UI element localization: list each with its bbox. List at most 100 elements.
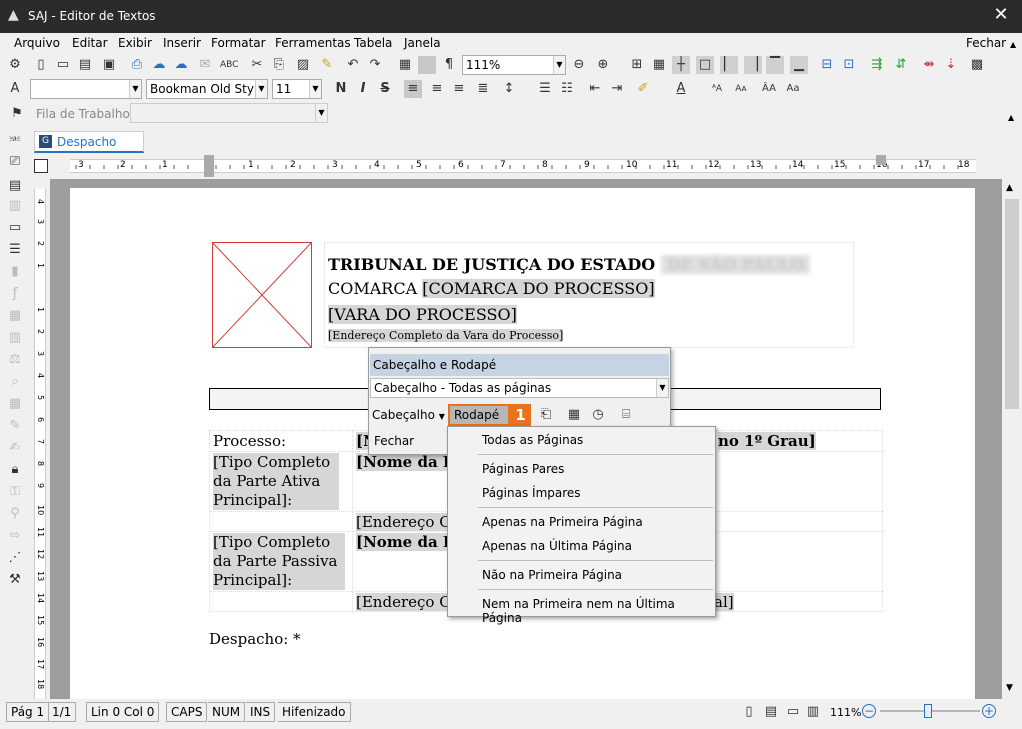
unlock-icon[interactable]: ⚿ [6,483,24,501]
border-bottom-icon[interactable]: ▁ [790,56,808,74]
brush-icon[interactable]: ⚒ [6,571,24,589]
table-properties-icon[interactable]: ▩ [968,56,986,74]
cloud-upload-icon[interactable]: ☁ [150,56,168,74]
increase-indent-icon[interactable]: ⇥ [608,80,626,98]
italic-button[interactable]: I [354,80,372,98]
highlight-icon[interactable]: ✐ [634,80,652,98]
lock-icon[interactable]: 🔒︎ [6,461,24,479]
menu-item-nao-primeira[interactable]: Não na Primeira Página [482,568,622,582]
comarca-field[interactable]: [COMARCA DO PROCESSO] [422,279,655,298]
menu-item-primeira[interactable]: Apenas na Primeira Página [482,515,643,529]
tab-despacho-teste[interactable]: G Despacho teste [34,131,144,163]
menu-item-impares[interactable]: Páginas Ímpares [482,486,581,500]
format-painter-icon[interactable]: ⚙ [6,56,24,74]
link-icon[interactable]: ⚲ [6,505,24,523]
header-text-block[interactable]: TRIBUNAL DE JUSTIÇA DO ESTADO DE SÃO PAU… [324,242,854,348]
view-web-icon[interactable]: ▤ [762,703,780,721]
parte-passiva-name[interactable]: [Nome da P [356,533,455,551]
view-page-icon[interactable]: ▯ [740,703,758,721]
subscript-icon[interactable]: Aᴀ [732,80,750,98]
border-right-icon[interactable]: ▕ [744,56,762,74]
footer-menu-button[interactable]: Rodapé ▼ [448,404,510,439]
zoom-in-button[interactable]: + [982,704,996,718]
paste-icon[interactable]: ▨ [294,56,312,74]
view-draft-icon[interactable]: ▭ [784,703,802,721]
email-icon[interactable]: ✉ [196,56,214,74]
right-indent-marker[interactable] [876,155,886,165]
section-select[interactable]: Cabeçalho - Todas as páginas ▼ [370,378,669,398]
grow-font-icon[interactable]: ÂA [760,80,778,98]
parte-passiva-address-end[interactable]: al] [714,593,734,611]
menu-item-ultima[interactable]: Apenas na Última Página [482,539,632,553]
border-left-icon[interactable]: ▏ [720,56,738,74]
sign-icon[interactable]: ✍ [6,439,24,457]
close-window-button[interactable]: ✕ [990,4,1012,25]
style-icon[interactable]: A [6,80,24,98]
zoom-combo[interactable]: 111% ▼ [462,55,566,75]
parte-passiva-address[interactable]: [Endereço C [356,593,451,611]
columns-icon[interactable]: ▥ [6,329,24,347]
menu-item-nem-primeira-nem-ultima[interactable]: Nem na Primeira nem na Última Página [482,597,715,625]
spellcheck-icon[interactable]: ABC [220,56,238,74]
documents-icon[interactable]: ▥ [6,197,24,215]
strikethrough-button[interactable]: S [376,80,394,98]
page-number-icon[interactable]: ⎗ [537,406,555,424]
shrink-font-icon[interactable]: Aa [784,80,802,98]
parte-ativa-address[interactable]: [Endereço C [356,513,451,531]
insert-row-icon[interactable]: ⇶ [868,56,886,74]
scroll-up-icon[interactable]: ▲ [1006,183,1013,193]
border-all-icon[interactable]: ▦ [650,56,668,74]
page-icon[interactable]: ▮ [6,263,24,281]
pilcrow-icon[interactable]: ¶ [440,56,458,74]
align-justify-icon[interactable]: ≣ [474,80,492,98]
new-document-icon[interactable]: ▯ [32,56,50,74]
menu-fechar[interactable]: Fechar [966,36,1006,50]
image-placeholder[interactable] [212,242,312,348]
delete-row-icon[interactable]: ⇴ [920,56,938,74]
formula-icon[interactable]: ƒ [6,285,24,303]
cloud-download-icon[interactable]: ☁ [172,56,190,74]
parte-ativa-label[interactable]: [Tipo Completo da Parte Ativa Principal]… [213,453,339,510]
chevron-down-icon[interactable]: ▼ [315,104,327,122]
copy-icon[interactable]: ⎘ [270,56,288,74]
redo-icon[interactable]: ↷ [366,56,384,74]
zoom-out-icon[interactable]: ⊖ [570,56,588,74]
edit-icon[interactable]: ✎ [6,417,24,435]
border-inner-icon[interactable]: ┼ [672,56,690,74]
bold-button[interactable]: N [332,80,350,98]
scroll-down-icon[interactable]: ▼ [1006,683,1013,693]
chevron-down-icon[interactable]: ▼ [129,80,141,98]
menubar-collapse-icon[interactable]: ▲ [1010,40,1016,49]
align-center-icon[interactable]: ≡ [428,80,446,98]
menu-exibir[interactable]: Exibir [118,36,152,50]
page-setup-icon[interactable]: ⌸ [617,406,635,424]
chevron-down-icon[interactable]: ▼ [309,80,321,98]
menu-tabela[interactable]: Tabela [354,36,392,50]
stamp-icon[interactable]: ⎚ [6,153,24,171]
processo-value-end[interactable]: no 1º Grau] [718,432,816,450]
export-icon[interactable]: ⇨ [6,527,24,545]
numbered-list-icon[interactable]: ☷ [558,80,576,98]
zoom-out-button[interactable]: − [862,704,876,718]
vertical-ruler[interactable]: 4 3 2 1 1 2 3 4 5 6 7 8 9 10 11 12 13 14… [30,179,50,699]
align-left-icon[interactable]: ≡ [404,80,422,98]
chevron-down-icon[interactable]: ▼ [553,56,565,74]
tab-stop-selector[interactable] [34,159,48,173]
zoom-in-icon[interactable]: ⊕ [594,56,612,74]
menu-janela[interactable]: Janela [404,36,441,50]
calendar-icon[interactable]: ▦ [6,395,24,413]
font-size-combo[interactable]: 11 ▼ [272,79,322,99]
menu-item-todas[interactable]: Todas as Páginas [482,433,583,447]
border-outer-icon[interactable]: □ [696,56,714,74]
split-cells-icon[interactable]: ⊡ [840,56,858,74]
clear-format-icon[interactable]: ✎ [318,56,336,74]
vara-address-field[interactable]: [Endereço Completo da Vara do Processo] [328,329,564,342]
grid-dots-icon[interactable]: ⊞ [628,56,646,74]
chevron-down-icon[interactable]: ▼ [255,80,267,98]
left-indent-marker[interactable] [204,155,214,177]
table-grid-icon[interactable] [418,56,436,74]
comments-icon[interactable]: ▭ [6,219,24,237]
font-combo[interactable]: Bookman Old Styl ▼ [146,79,268,99]
time-icon[interactable]: ◷ [589,406,607,424]
header-menu-button[interactable]: Cabeçalho ▼ [372,405,446,425]
